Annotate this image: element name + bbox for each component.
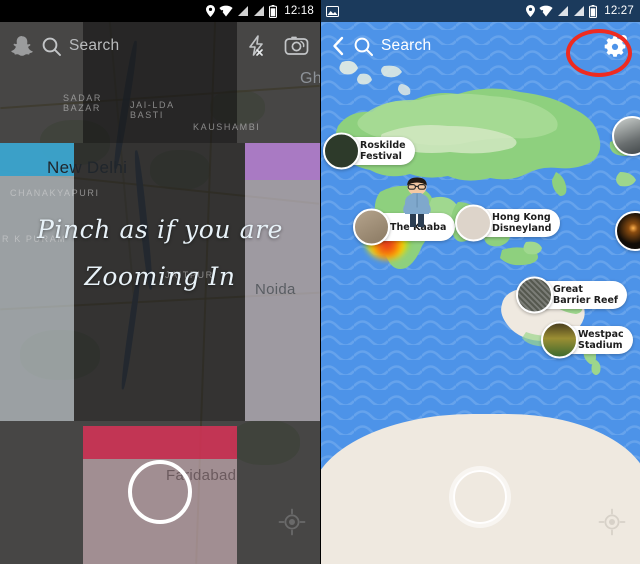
- signal-bars-icon: [573, 5, 585, 17]
- search-bar[interactable]: Search: [354, 37, 431, 56]
- signal-bars-icon: [237, 5, 249, 17]
- snapchat-ghost-icon[interactable]: [11, 35, 33, 57]
- pin-thumbnail: [541, 321, 578, 359]
- camera-top-bar: Search: [0, 22, 320, 70]
- battery-icon: [589, 4, 598, 18]
- comparison-screenshot: SADAR BAZAR JAI-LDA BASTI KAUSHAMBI CHAN…: [0, 0, 640, 564]
- left-phone-screen: SADAR BAZAR JAI-LDA BASTI KAUSHAMBI CHAN…: [0, 0, 320, 564]
- pin-thumbnail: [455, 204, 492, 242]
- map-pin-westpac-stadium[interactable]: Westpac Stadium: [541, 321, 633, 359]
- wifi-icon: [539, 5, 553, 17]
- signal-bars-icon: [557, 5, 569, 17]
- pin-bubble[interactable]: Westpac Stadium: [541, 321, 633, 359]
- search-placeholder: Search: [69, 37, 120, 54]
- panel-divider: [320, 0, 321, 564]
- status-bar: 12:27: [320, 0, 640, 22]
- tutorial-line-2: Zooming In: [84, 262, 236, 291]
- location-pin-icon: [526, 5, 536, 17]
- pin-thumbnail: [516, 276, 553, 314]
- flash-off-icon[interactable]: [246, 35, 268, 57]
- tutorial-line-1: Pinch as if you are: [36, 215, 284, 244]
- pin-bubble[interactable]: Hong Kong Disneyland: [455, 204, 561, 242]
- battery-icon: [269, 4, 278, 18]
- image-icon: [326, 5, 339, 17]
- locate-me-button[interactable]: [598, 508, 626, 536]
- user-bitmoji-avatar[interactable]: [400, 176, 434, 228]
- pin-label: Hong Kong Disneyland: [492, 212, 552, 234]
- locate-me-button[interactable]: [278, 508, 306, 536]
- map-area-label: JAI-LDA BASTI: [130, 100, 175, 120]
- wifi-icon: [219, 5, 233, 17]
- pin-label: Roskilde Festival: [360, 140, 406, 162]
- pin-bubble[interactable]: Great Barrier Reef: [516, 276, 628, 314]
- location-pin-icon: [206, 5, 216, 17]
- signal-bars-icon: [253, 5, 265, 17]
- right-phone-screen: Roskilde Festival The Kaaba Hong Kong Di…: [320, 0, 640, 564]
- overlay-band-blue-light: [0, 176, 74, 421]
- overlay-band-purple: [245, 143, 320, 180]
- search-placeholder: Search: [381, 37, 432, 54]
- status-icons: 12:27: [526, 4, 634, 18]
- map-city-label: New Delhi: [47, 158, 128, 177]
- red-ellipse-annotation: [566, 29, 632, 77]
- pin-thumbnail: [323, 132, 360, 170]
- search-icon: [42, 37, 61, 56]
- status-time: 12:27: [604, 5, 634, 17]
- map-area-label: SADAR BAZAR: [63, 93, 103, 113]
- pin-thumbnail: [353, 208, 390, 246]
- map-pin-great-barrier-reef[interactable]: Great Barrier Reef: [516, 276, 628, 314]
- pin-label: Westpac Stadium: [578, 329, 624, 351]
- map-pin-roskilde-festival[interactable]: Roskilde Festival: [323, 132, 415, 170]
- map-area-label: CHANAKYAPURI: [10, 188, 100, 198]
- camera-shutter-button[interactable]: [128, 460, 192, 524]
- map-area-label: KAUSHAMBI: [193, 122, 261, 132]
- pin-bubble[interactable]: Roskilde Festival: [323, 132, 415, 170]
- chevron-left-icon[interactable]: [331, 36, 345, 56]
- map-city-label: Gh: [300, 70, 320, 87]
- pin-label: Great Barrier Reef: [553, 284, 619, 306]
- search-bar[interactable]: Search: [42, 37, 119, 56]
- search-icon: [354, 37, 373, 56]
- overlay-band-red: [83, 426, 237, 459]
- camera-flip-icon[interactable]: [284, 35, 309, 57]
- status-icons: 12:18: [206, 4, 314, 18]
- status-time: 12:18: [284, 5, 314, 17]
- map-pin-hong-kong-disneyland[interactable]: Hong Kong Disneyland: [455, 204, 561, 242]
- status-bar: 12:18: [0, 0, 320, 22]
- camera-shutter-button[interactable]: [453, 470, 507, 524]
